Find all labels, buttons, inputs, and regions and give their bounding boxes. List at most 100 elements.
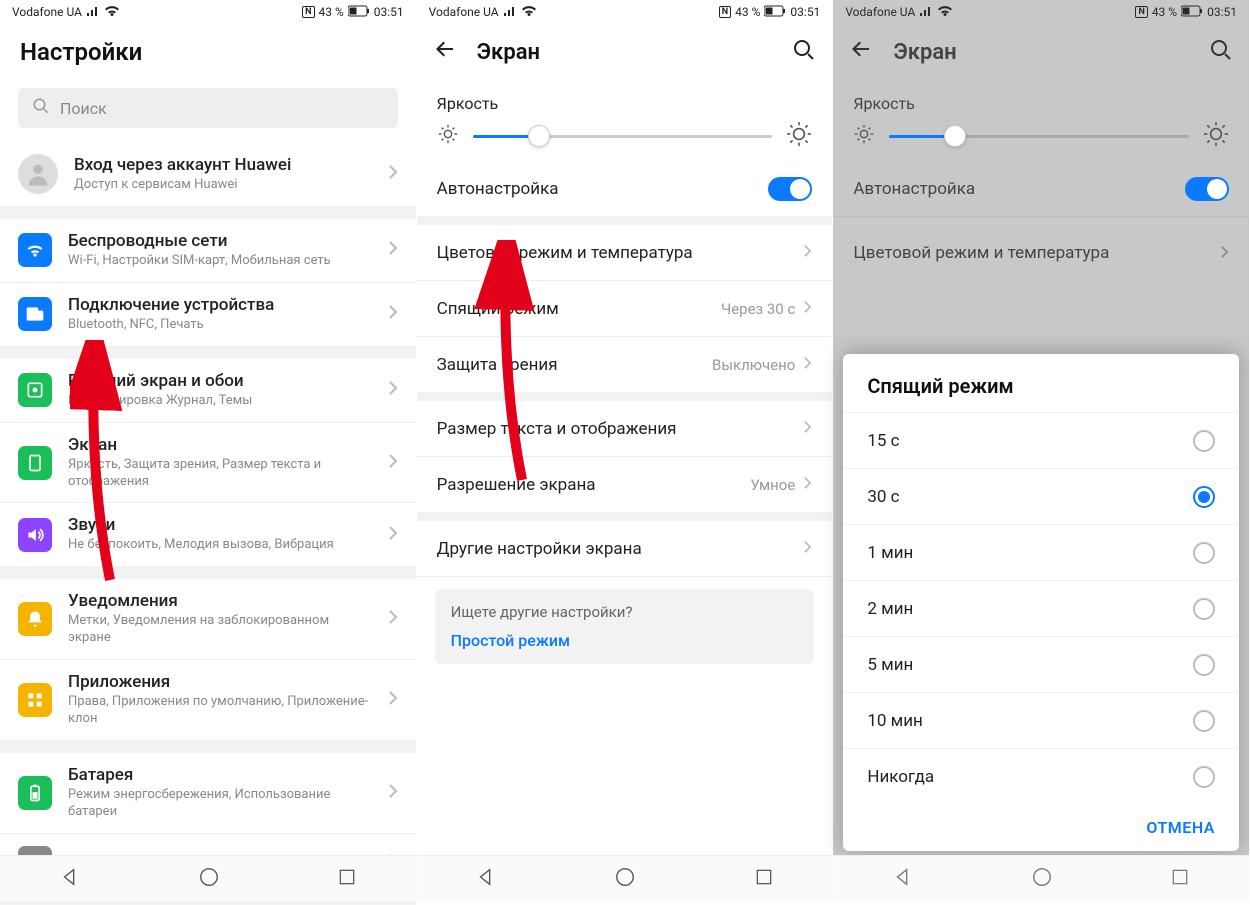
row-title: Подключение устройства <box>68 295 372 315</box>
account-row[interactable]: Вход через аккаунт Huawei Доступ к серви… <box>0 142 416 207</box>
radio-option[interactable]: 15 с <box>843 412 1239 468</box>
settings-row[interactable]: Батарея Режим энергосбережения, Использо… <box>0 753 416 834</box>
nav-recent-icon[interactable] <box>1170 867 1190 891</box>
search-input[interactable]: Поиск <box>18 88 398 128</box>
row-title: Батарея <box>68 765 372 785</box>
option-label: 15 с <box>867 431 1193 451</box>
nfc-icon: N <box>719 6 731 18</box>
eye-comfort-row[interactable]: Защита зрения Выключено <box>417 337 833 393</box>
search-button[interactable] <box>792 38 816 66</box>
option-label: 30 с <box>867 487 1193 507</box>
chevron-right-icon <box>388 240 398 260</box>
radio-option[interactable]: Никогда <box>843 748 1239 804</box>
chevron-right-icon <box>1220 244 1229 263</box>
search-button[interactable] <box>1209 38 1233 66</box>
panel-display: Vodafone UA N 43 % 03:51 Экран Яркость А… <box>417 0 834 901</box>
back-button[interactable] <box>849 37 873 67</box>
header: Экран <box>833 24 1249 80</box>
nav-back-icon[interactable] <box>475 866 497 892</box>
chevron-right-icon <box>803 419 812 438</box>
nav-back-icon[interactable] <box>892 866 914 892</box>
chevron-right-icon <box>803 539 812 558</box>
settings-row[interactable]: Рабочий экран и обои Разблокировка Журна… <box>0 359 416 423</box>
chevron-right-icon <box>803 475 812 494</box>
nav-recent-icon[interactable] <box>754 867 774 891</box>
radio-option[interactable]: 5 мин <box>843 636 1239 692</box>
cancel-button[interactable]: ОТМЕНА <box>1146 818 1215 837</box>
row-title: Приложения <box>68 672 372 692</box>
battery-icon <box>764 5 786 20</box>
back-button[interactable] <box>433 37 457 67</box>
wifi-icon <box>937 5 953 20</box>
auto-brightness-row: Автонастройка <box>833 161 1249 217</box>
search-placeholder: Поиск <box>60 99 107 118</box>
settings-row[interactable]: Звуки Не беспокоить, Мелодия вызова, Виб… <box>0 503 416 567</box>
color-mode-row[interactable]: Цветовой режим и температура <box>417 225 833 281</box>
chevron-right-icon <box>803 243 812 262</box>
row-sub: Режим энергосбережения, Использование ба… <box>68 787 372 821</box>
slider-track[interactable] <box>473 135 773 138</box>
clock-time: 03:51 <box>1207 5 1237 19</box>
devices-icon <box>18 297 52 331</box>
radio-icon <box>1193 430 1215 452</box>
settings-row[interactable]: Беспроводные сети Wi-Fi, Настройки SIM-к… <box>0 219 416 283</box>
auto-brightness-row[interactable]: Автонастройка <box>417 161 833 217</box>
settings-row[interactable]: Уведомления Метки, Уведомления на заблок… <box>0 579 416 660</box>
text-size-row[interactable]: Размер текста и отображения <box>417 401 833 457</box>
nav-home-icon[interactable] <box>198 866 220 892</box>
statusbar: Vodafone UA N 43 % 03:51 <box>417 0 833 24</box>
helper-link[interactable]: Простой режим <box>451 631 799 650</box>
account-sub: Доступ к сервисам Huawei <box>74 177 372 194</box>
statusbar: Vodafone UA N 43 % 03:51 <box>833 0 1249 24</box>
radio-icon <box>1193 542 1215 564</box>
row-sub: Метки, Уведомления на заблокированном эк… <box>68 613 372 647</box>
navbar <box>417 855 833 901</box>
row-title: Беспроводные сети <box>68 231 372 251</box>
settings-list: Вход через аккаунт Huawei Доступ к серви… <box>0 142 416 905</box>
radio-option[interactable]: 1 мин <box>843 524 1239 580</box>
panel-settings: Vodafone UA N 43 % 03:51 Настройки Поиск <box>0 0 417 901</box>
row-title: Уведомления <box>68 591 372 611</box>
chevron-right-icon <box>388 164 398 184</box>
header: Настройки <box>0 24 416 80</box>
auto-brightness-label: Автонастройка <box>853 179 1185 199</box>
settings-row[interactable]: Экран Яркость, Защита зрения, Размер тек… <box>0 423 416 504</box>
helper-box: Ищете другие настройки? Простой режим <box>435 589 815 664</box>
row-sub: Разблокировка Журнал, Темы <box>68 393 372 410</box>
brightness-slider[interactable] <box>417 119 833 161</box>
radio-icon <box>1193 598 1215 620</box>
nav-home-icon[interactable] <box>614 866 636 892</box>
nav-recent-icon[interactable] <box>337 867 357 891</box>
battery-pct: 43 % <box>1152 5 1177 19</box>
radio-option[interactable]: 10 мин <box>843 692 1239 748</box>
page-title: Экран <box>893 40 956 65</box>
row-label: Другие настройки экрана <box>437 539 804 559</box>
wifi-icon <box>18 233 52 267</box>
panel-display-dimmed: Vodafone UA N 43 % 03:51 Экран Яркость А… <box>833 0 1250 901</box>
nav-home-icon[interactable] <box>1031 866 1053 892</box>
radio-icon <box>1193 654 1215 676</box>
toggle-switch[interactable] <box>768 177 812 201</box>
row-label: Цветовой режим и температура <box>437 243 804 263</box>
color-mode-row: Цветовой режим и температура <box>833 225 1249 281</box>
settings-row[interactable]: Подключение устройства Bluetooth, NFC, П… <box>0 283 416 347</box>
radio-option[interactable]: 30 с <box>843 468 1239 524</box>
sun-high-icon <box>1203 121 1229 151</box>
sleep-mode-row[interactable]: Спящий режим Через 30 с <box>417 281 833 337</box>
signal-icon <box>919 5 933 20</box>
sheet-title: Спящий режим <box>843 354 1239 412</box>
chevron-right-icon <box>803 299 812 318</box>
row-value: Умное <box>750 476 795 494</box>
account-title: Вход через аккаунт Huawei <box>74 155 372 175</box>
radio-option[interactable]: 2 мин <box>843 580 1239 636</box>
page-title: Настройки <box>20 38 142 66</box>
settings-row[interactable]: Приложения Права, Приложения по умолчани… <box>0 660 416 741</box>
chevron-right-icon <box>388 690 398 710</box>
option-label: 5 мин <box>867 655 1193 675</box>
home-icon <box>18 373 52 407</box>
nav-back-icon[interactable] <box>59 866 81 892</box>
other-display-row[interactable]: Другие настройки экрана <box>417 521 833 577</box>
display-icon <box>18 446 52 480</box>
resolution-row[interactable]: Разрешение экрана Умное <box>417 457 833 513</box>
chevron-right-icon <box>388 380 398 400</box>
